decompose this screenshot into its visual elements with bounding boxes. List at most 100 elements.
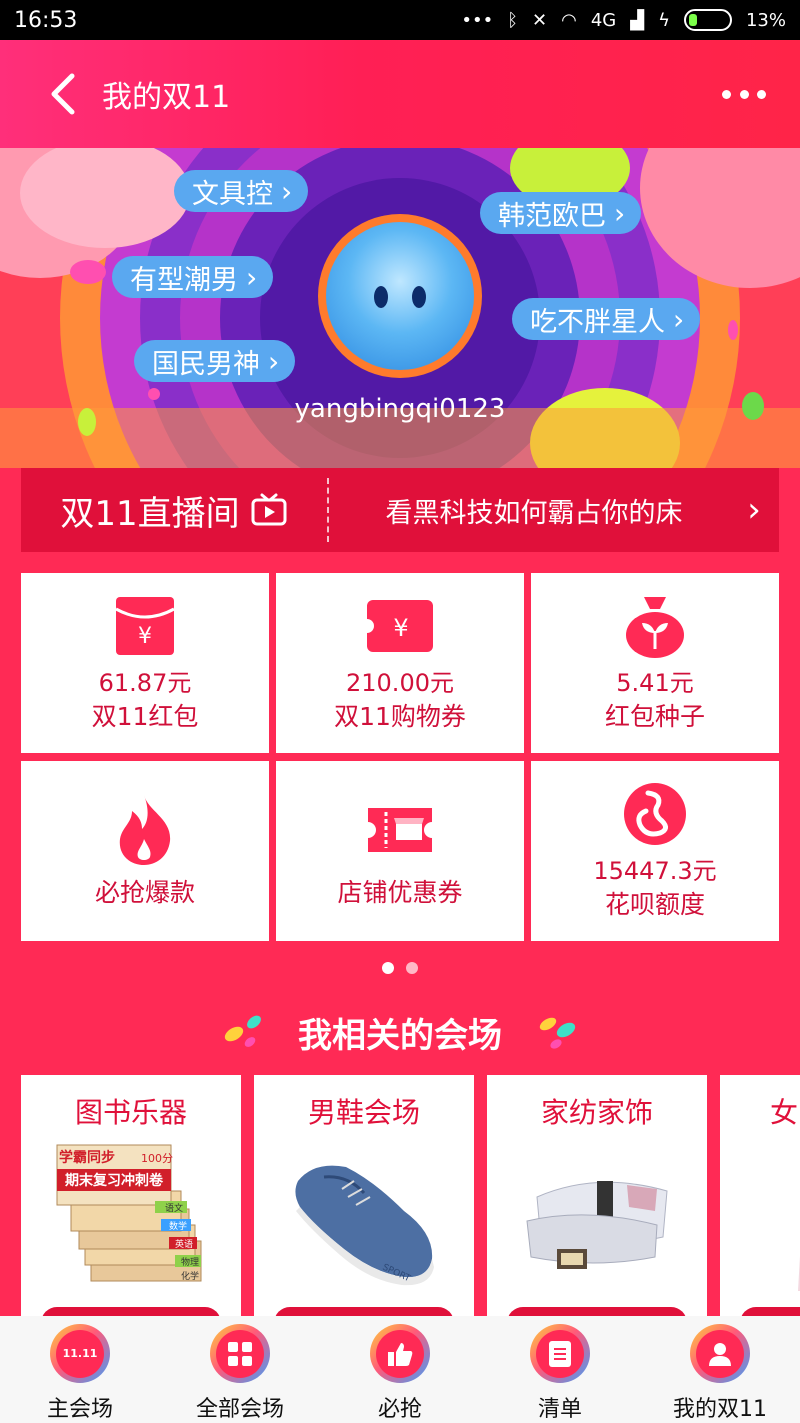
book-subject: 英语 <box>175 1238 193 1250</box>
store-ticket-icon <box>368 808 432 852</box>
benefits-grid: ¥ 61.87元 双11红包 ¥ 210.00元 双11购物券 5.41元 红包… <box>21 573 779 941</box>
live-bar[interactable]: 双11直播间 看黑科技如何霸占你的床 › <box>21 468 779 552</box>
tag-label: 韩范欧巴 <box>498 200 606 232</box>
avatar-eye <box>412 286 426 308</box>
seed-label: 红包种子 <box>604 702 705 731</box>
page-dot[interactable] <box>406 962 418 974</box>
live-arrow-button[interactable]: › <box>729 490 779 530</box>
venue-title: 女 <box>770 1096 799 1129</box>
grid-cell-coupon[interactable]: ¥ 210.00元 双11购物券 <box>276 573 524 753</box>
more-button[interactable] <box>722 79 766 109</box>
coupon-label: 双11购物券 <box>334 702 466 731</box>
svg-text:¥: ¥ <box>138 624 152 649</box>
tab-must-grab[interactable]: 必抢 <box>320 1316 480 1423</box>
venue-carousel[interactable]: 图书乐器 学霸同步 100分 期末复习冲刺卷 语文 数学 英语 物理 化学 男鞋… <box>21 1075 800 1323</box>
huabei-value: 15447.3元 <box>593 857 717 885</box>
live-headline: 看黑科技如何霸占你的床 <box>385 497 683 529</box>
pillow-image <box>526 1181 668 1269</box>
book-brand: 学霸同步 <box>59 1149 115 1166</box>
list-icon <box>530 1324 590 1383</box>
user-icon <box>690 1324 750 1383</box>
bottom-tab-bar: 11.11 主会场 全部会场 必抢 清单 我的双11 <box>0 1316 800 1423</box>
books-image: 学霸同步 100分 期末复习冲刺卷 语文 数学 英语 物理 化学 <box>56 1144 202 1282</box>
confetti-left-icon <box>224 1015 261 1047</box>
confetti <box>70 260 106 284</box>
tab-label: 我的双11 <box>673 1397 767 1422</box>
tag-stationery[interactable]: 文具控 › <box>174 170 309 212</box>
model-image <box>798 1256 800 1291</box>
back-button[interactable] <box>32 64 92 124</box>
tag-never-fat[interactable]: 吃不胖星人 › <box>512 298 701 340</box>
grid-cell-huabei[interactable]: 15447.3元 花呗额度 <box>531 761 779 941</box>
tab-label: 必抢 <box>377 1397 422 1422</box>
tab-all-venues[interactable]: 全部会场 <box>160 1316 320 1423</box>
book-subject: 物理 <box>181 1256 199 1268</box>
icon-slot: ¥ <box>114 591 176 661</box>
tab-label: 主会场 <box>46 1397 113 1422</box>
tag-label: 吃不胖星人 <box>530 306 665 338</box>
tag-label: 国民男神 <box>152 348 260 380</box>
tag-label: 文具控 <box>192 178 273 210</box>
flame-icon <box>119 795 171 865</box>
tab-icon-inner <box>696 1329 744 1378</box>
more-dot <box>757 89 766 99</box>
list-glyph <box>549 1340 571 1367</box>
calendar-1111-icon: 11.11 <box>50 1324 110 1383</box>
tab-list[interactable]: 清单 <box>480 1316 640 1423</box>
page-indicator <box>0 962 800 974</box>
venue-card-womens[interactable]: 女 <box>720 1075 800 1323</box>
user-glyph <box>709 1342 731 1366</box>
chevron-right-icon: › <box>246 260 258 294</box>
red-envelope-label: 双11红包 <box>91 702 199 731</box>
tag-national-idol[interactable]: 国民男神 › <box>134 340 296 382</box>
coupon-icon: ¥ <box>365 600 433 652</box>
grid-glyph <box>228 1341 252 1366</box>
avatar-eye <box>374 286 388 308</box>
tab-icon-inner <box>216 1329 264 1378</box>
tab-main-venue[interactable]: 11.11 主会场 <box>0 1316 160 1423</box>
section-title-text: 我相关的会场 <box>298 1016 502 1056</box>
book-subject: 语文 <box>165 1202 183 1214</box>
tv-icon <box>251 493 287 526</box>
book-subject: 化学 <box>181 1270 199 1282</box>
avatar[interactable] <box>318 214 482 378</box>
more-dots-icon: ••• <box>461 9 494 31</box>
book-score: 100分 <box>141 1152 173 1165</box>
chevron-right-icon: › <box>281 174 293 208</box>
charging-icon: ϟ <box>658 9 670 31</box>
huabei-icon <box>624 783 686 845</box>
venue-card-home-textiles[interactable]: 家纺家饰 <box>487 1075 707 1323</box>
tab-icon-inner: 11.11 <box>56 1329 104 1378</box>
chevron-left-icon <box>51 73 75 115</box>
huabei-label: 花呗额度 <box>604 890 705 919</box>
hot-items-label: 必抢爆款 <box>94 878 195 907</box>
book-title: 期末复习冲刺卷 <box>65 1172 164 1189</box>
venue-card-books[interactable]: 图书乐器 学霸同步 100分 期末复习冲刺卷 语文 数学 英语 物理 化学 <box>21 1075 241 1323</box>
signal-4g-icon: 4G <box>590 9 617 31</box>
bluetooth-icon: ᛒ <box>507 9 519 31</box>
tag-stylish-man[interactable]: 有型潮男 › <box>112 256 274 298</box>
icon-slot <box>364 791 436 869</box>
tag-korean-style[interactable]: 韩范欧巴 › <box>480 192 642 234</box>
venue-title: 家纺家饰 <box>540 1096 653 1129</box>
tab-my-1111[interactable]: 我的双11 <box>640 1316 800 1423</box>
confetti-right-icon <box>539 1017 576 1049</box>
live-room-label: 双11直播间 <box>60 493 240 534</box>
icon-slot <box>624 591 686 661</box>
venue-card-mens-shoes[interactable]: 男鞋会场 SPORT <box>254 1075 474 1323</box>
chevron-right-icon: › <box>673 302 685 336</box>
grid-cell-hot-items[interactable]: 必抢爆款 <box>21 761 269 941</box>
grid-cell-seed[interactable]: 5.41元 红包种子 <box>531 573 779 753</box>
grid-cell-red-envelope[interactable]: ¥ 61.87元 双11红包 <box>21 573 269 753</box>
live-room: 双11直播间 <box>21 486 327 535</box>
status-icons: ••• ᛒ ✕ ◠ 4G ▟ ϟ 13% <box>461 9 786 31</box>
page-dot-active[interactable] <box>382 962 394 974</box>
book-subject: 数学 <box>169 1220 187 1232</box>
status-time: 16:53 <box>14 7 78 33</box>
thumbs-up-glyph <box>388 1342 413 1366</box>
grid-cell-store-coupon[interactable]: 店铺优惠券 <box>276 761 524 941</box>
thumbs-up-icon <box>370 1324 430 1383</box>
icon-slot <box>622 779 688 849</box>
more-horizontal-icon <box>722 89 731 99</box>
username: yangbingqi0123 <box>294 394 506 424</box>
